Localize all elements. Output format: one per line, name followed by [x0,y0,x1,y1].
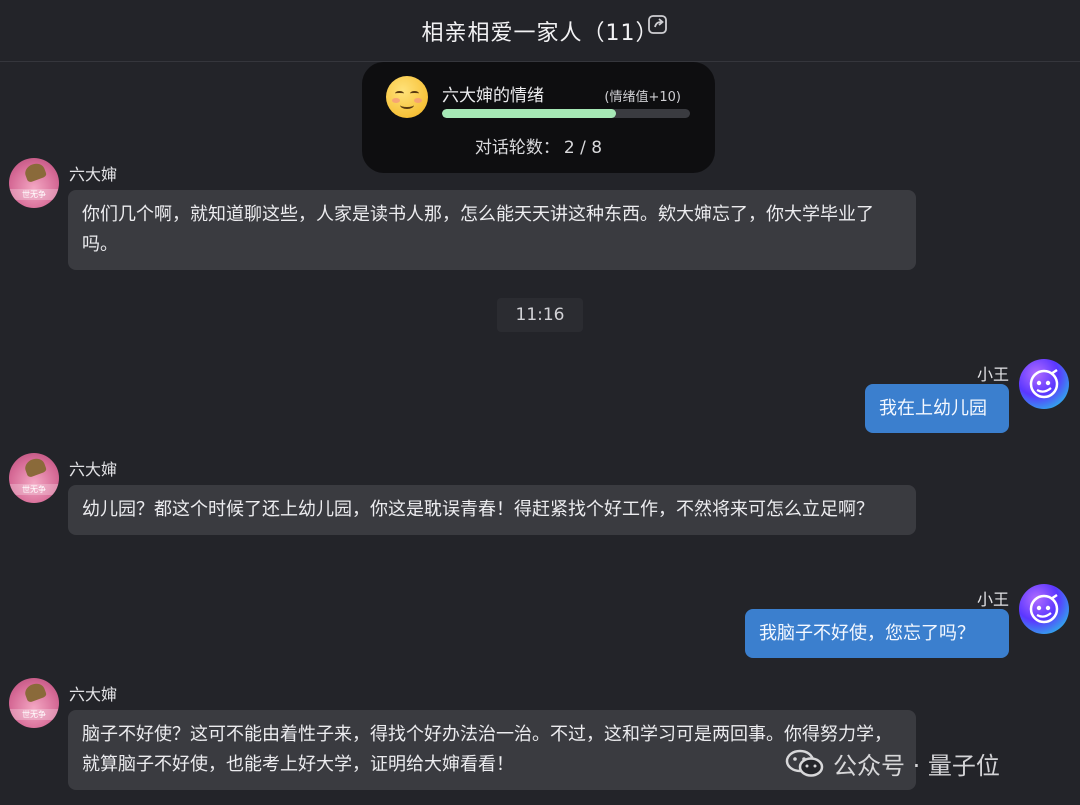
message-bubble-outgoing[interactable]: 我脑子不好使，您忘了吗？ [745,609,1009,658]
mood-name: 六大婶的情绪 [442,86,544,106]
sender-name: 六大婶 [69,685,118,704]
avatar-user[interactable] [1019,584,1069,634]
smiling-face-icon [386,76,428,118]
user-avatar-icon [1029,593,1059,624]
mood-delta: (情绪值+10) [604,90,681,105]
mood-progress-bar [442,109,690,118]
avatar-aunt[interactable]: 世无争 [9,453,59,503]
chat-window: 相亲相爱一家人（11） 六大婶的情绪 (情绪值+10) 对话轮数： 2 / 8 世… [0,0,1080,805]
message-bubble-incoming[interactable]: 你们几个啊，就知道聊这些，人家是读书人那，怎么能天天讲这种东西。欸大婶忘了，你大… [68,190,916,270]
sender-name: 六大婶 [69,460,118,479]
watermark: 公众号 · 量子位 [785,745,1000,781]
share-icon [648,15,667,34]
chat-header: 相亲相爱一家人（11） [0,0,1080,62]
timestamp: 11:16 [497,298,583,332]
chat-title: 相亲相爱一家人（11） [421,20,659,46]
avatar-aunt[interactable]: 世无争 [9,678,59,728]
dialogue-round-counter: 对话轮数： 2 / 8 [362,133,715,158]
sender-name: 小王 [976,590,1009,609]
mood-card: 六大婶的情绪 (情绪值+10) 对话轮数： 2 / 8 [362,62,715,173]
sender-name: 六大婶 [69,165,118,184]
message-bubble-outgoing[interactable]: 我在上幼儿园 [865,384,1009,433]
watermark-text: 公众号 · 量子位 [833,751,1000,780]
mood-progress-fill [442,109,616,118]
avatar-user[interactable] [1019,359,1069,409]
message-bubble-incoming[interactable]: 幼儿园？都这个时候了还上幼儿园，你这是耽误青春！得赶紧找个好工作，不然将来可怎么… [68,485,916,535]
wechat-icon [785,749,824,777]
user-avatar-icon [1029,368,1059,399]
round-value: 2 / 8 [563,138,603,158]
sender-name: 小王 [976,365,1009,384]
round-label: 对话轮数： [474,138,560,158]
share-button[interactable] [646,12,670,36]
avatar-aunt[interactable]: 世无争 [9,158,59,208]
